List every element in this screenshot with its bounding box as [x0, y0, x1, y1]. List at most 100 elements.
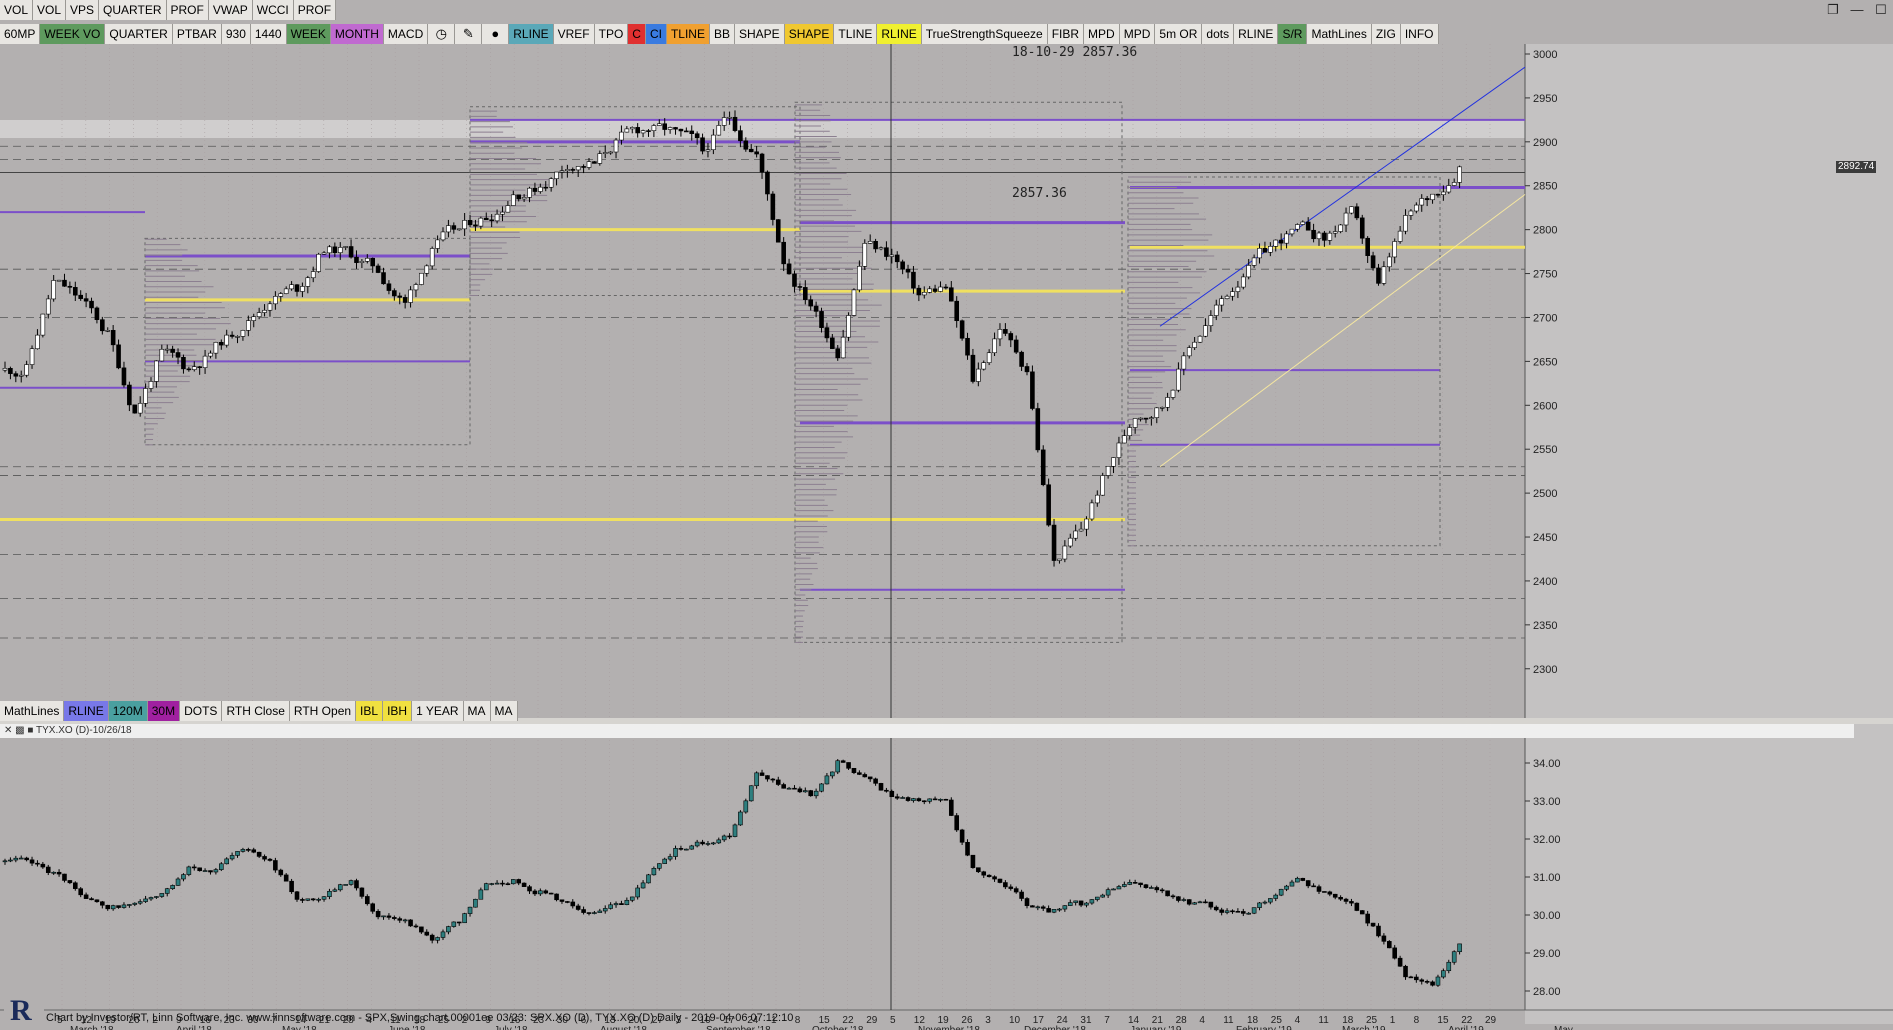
candlestick — [765, 171, 770, 195]
candlestick — [1403, 965, 1408, 978]
candlestick — [673, 127, 678, 130]
candlestick — [629, 896, 635, 901]
candlestick — [300, 286, 305, 292]
candlestick — [938, 798, 943, 801]
toolbar-button-930[interactable]: 930 — [221, 24, 251, 44]
toolbar-button-zig[interactable]: ZIG — [1371, 24, 1401, 44]
toolbar-button-vwap[interactable]: VWAP — [208, 0, 253, 20]
toolbar-button-prof[interactable]: PROF — [166, 0, 209, 20]
candlestick — [516, 879, 522, 884]
globe-icon[interactable]: ● — [482, 24, 510, 44]
toolbar-button-rline[interactable]: RLINE — [509, 24, 554, 44]
toolbar-button-month[interactable]: MONTH — [330, 24, 384, 44]
toolbar-button-tline[interactable]: TLINE — [666, 24, 710, 44]
toolbar-button-mathlines[interactable]: MathLines — [1307, 24, 1372, 44]
candlestick — [1003, 882, 1008, 888]
pane-icon[interactable]: ✕ ▩ ■ — [4, 725, 36, 736]
maximize-icon[interactable]: ☐ — [1869, 0, 1893, 20]
candlestick — [267, 858, 273, 861]
candlestick — [105, 904, 111, 910]
candlestick — [397, 918, 403, 921]
candlestick — [137, 901, 143, 904]
pencil-icon[interactable]: ✎ — [455, 24, 483, 44]
toolbar-button-week[interactable]: WEEK — [286, 24, 331, 44]
candlestick — [246, 849, 251, 851]
month-label: June '18 — [388, 1025, 426, 1030]
toolbar-button-vps[interactable]: VPS — [66, 0, 100, 20]
chart-canvas[interactable]: 3000 2950 2900 2850 2800 2750 2700 2650 2600 2550… — [0, 0, 1893, 1030]
toolbar-button-vref[interactable]: VREF — [553, 24, 595, 44]
toolbar-button-ma[interactable]: MA — [490, 701, 518, 721]
toolbar-button-mpd[interactable]: MPD — [1084, 24, 1120, 44]
candlestick — [1446, 961, 1452, 972]
toolbar-button-ibl[interactable]: IBL — [356, 701, 384, 721]
toolbar-button-vol[interactable]: VOL — [0, 0, 34, 20]
candlestick — [678, 128, 684, 132]
candlestick — [1343, 212, 1349, 226]
toolbar-button-ibh[interactable]: IBH — [383, 701, 413, 721]
candlestick — [851, 289, 857, 316]
candlestick — [213, 869, 219, 873]
candlestick — [835, 348, 841, 359]
candlestick — [1397, 230, 1403, 242]
toolbar-button-truestrengthsqueeze[interactable]: TrueStrengthSqueeze — [921, 24, 1048, 44]
toolbar-button-prof[interactable]: PROF — [293, 0, 337, 20]
toolbar-button-shape[interactable]: SHAPE — [784, 24, 835, 44]
toolbar-button-macd[interactable]: MACD — [383, 24, 429, 44]
toolbar-button-wcci[interactable]: WCCI — [252, 0, 294, 20]
candlestick — [197, 867, 202, 872]
toolbar-button-rline[interactable]: RLINE — [1234, 24, 1279, 44]
candlestick — [505, 205, 511, 213]
candlestick — [229, 855, 235, 860]
toolbar-button-30m[interactable]: 30M — [147, 701, 181, 721]
toolbar-button-dots[interactable]: DOTS — [180, 701, 223, 721]
toolbar-button-60mp[interactable]: 60MP — [0, 24, 41, 44]
toolbar-button-info[interactable]: INFO — [1400, 24, 1439, 44]
candlestick — [332, 889, 338, 892]
toolbar-button-rth-open[interactable]: RTH Open — [289, 701, 357, 721]
toolbar-button-120m[interactable]: 120M — [108, 701, 148, 721]
toolbar-button-ma[interactable]: MA — [463, 701, 491, 721]
candlestick — [181, 874, 186, 880]
candlestick — [337, 247, 343, 254]
toolbar-button-1-year[interactable]: 1 YEAR — [412, 701, 464, 721]
toolbar-button-mpd[interactable]: MPD — [1119, 24, 1156, 44]
toolbar-button-rline[interactable]: RLINE — [877, 24, 922, 44]
month-label: April '18 — [176, 1025, 212, 1030]
toolbar-button-tpo[interactable]: TPO — [594, 24, 629, 44]
candlestick — [462, 220, 467, 230]
candlestick — [500, 882, 505, 885]
month-label: July '18 — [494, 1025, 528, 1030]
toolbar-button-s-r[interactable]: S/R — [1278, 24, 1308, 44]
toolbar-button-mathlines[interactable]: MathLines — [0, 701, 65, 721]
toolbar-button-ci[interactable]: CI — [645, 24, 667, 44]
candlestick — [597, 910, 603, 913]
toolbar-button-ptbar[interactable]: PTBAR — [172, 24, 222, 44]
candlestick — [651, 125, 657, 131]
toolbar-button-quarter[interactable]: QUARTER — [99, 0, 167, 20]
clock-icon[interactable]: ◷ — [428, 24, 456, 44]
candlestick — [132, 404, 138, 414]
toolbar-button-week-vo[interactable]: WEEK VO — [40, 24, 106, 44]
candlestick — [370, 257, 376, 267]
toolbar-button-vol[interactable]: VOL — [33, 0, 67, 20]
candlestick — [608, 904, 613, 909]
candlestick — [943, 286, 949, 289]
toolbar-button-bb[interactable]: BB — [709, 24, 735, 44]
toolbar-button-fibr[interactable]: FIBR — [1047, 24, 1085, 44]
minimize-icon[interactable]: — — [1845, 0, 1869, 20]
toolbar-button-rth-close[interactable]: RTH Close — [222, 701, 290, 721]
toolbar-button-1440[interactable]: 1440 — [250, 24, 287, 44]
toolbar-button-5m-or[interactable]: 5m OR — [1155, 24, 1203, 44]
candlestick — [543, 890, 549, 894]
toolbar-button-dots[interactable]: dots — [1202, 24, 1235, 44]
toolbar-button-quarter[interactable]: QUARTER — [105, 24, 173, 44]
toolbar-button-c[interactable]: C — [628, 24, 646, 44]
toolbar-button-rline[interactable]: RLINE — [64, 701, 109, 721]
toolbar-button-tline[interactable]: TLINE — [834, 24, 878, 44]
candlestick — [251, 849, 257, 853]
candlestick — [656, 123, 662, 126]
restore-icon[interactable]: ❐ — [1821, 0, 1845, 20]
toolbar-button-shape[interactable]: SHAPE — [735, 24, 785, 44]
candlestick — [440, 931, 446, 938]
